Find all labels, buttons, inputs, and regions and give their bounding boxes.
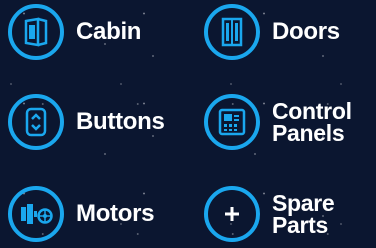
cabin-icon [24,17,48,47]
control-panels-menu-item[interactable]: Control Panels [204,94,352,150]
category-menu: Cabin Doors Buttons Control Panels Motor… [0,0,376,248]
spare-parts-label-line2: Parts [272,212,329,238]
buttons-label: Buttons [76,108,165,135]
control-panel-icon [218,108,246,136]
buttons-menu-item[interactable]: Buttons [8,94,165,150]
control-panels-label-line2: Panels [272,120,345,146]
motors-icon-circle [8,186,64,242]
doors-icon-circle [204,4,260,60]
control-panels-label: Control Panels [272,98,352,146]
doors-menu-item[interactable]: Doors [204,4,340,60]
buttons-icon-circle [8,94,64,150]
buttons-icon [25,107,47,137]
spare-parts-menu-item[interactable]: Spare Parts [204,186,335,242]
motors-label: Motors [76,200,155,227]
doors-label: Doors [272,18,340,45]
doors-icon [221,17,243,47]
control-panels-label-line1: Control [272,98,352,124]
spare-parts-label: Spare Parts [272,190,335,238]
spare-parts-label-line1: Spare [272,190,335,216]
spare-parts-icon-circle [204,186,260,242]
plus-icon [225,207,239,221]
cabin-label: Cabin [76,18,142,45]
control-panels-icon-circle [204,94,260,150]
motors-icon [21,204,53,224]
motors-menu-item[interactable]: Motors [8,186,155,242]
cabin-icon-circle [8,4,64,60]
cabin-menu-item[interactable]: Cabin [8,4,141,60]
